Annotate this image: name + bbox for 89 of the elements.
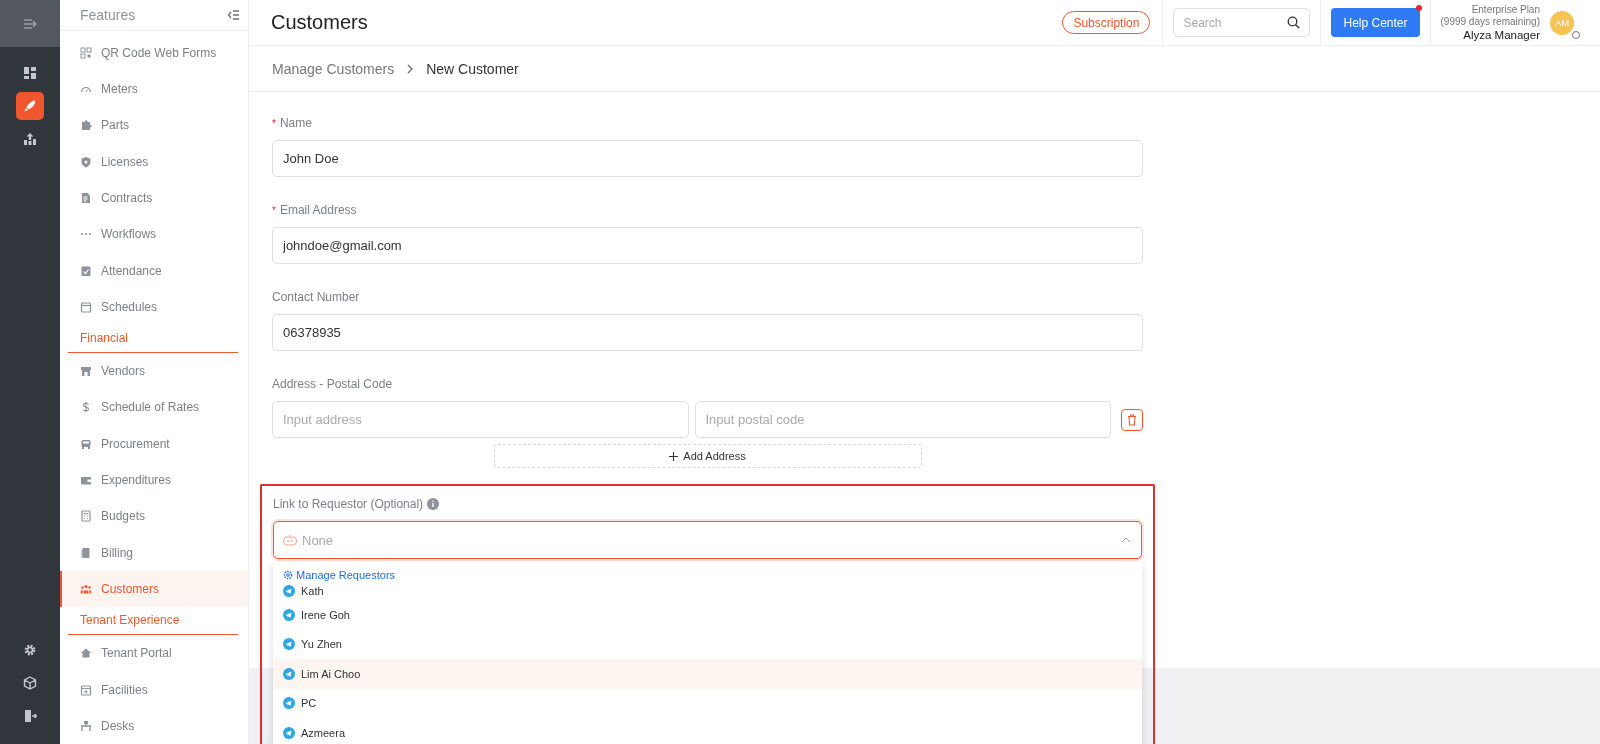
user-name: Alyza Manager <box>1463 27 1540 42</box>
paper-plane-icon <box>283 638 295 651</box>
dollar-icon <box>80 401 92 414</box>
cube-icon <box>23 676 37 690</box>
days-remaining: (9999 days remaining) <box>1440 15 1540 28</box>
trash-icon <box>1127 413 1137 426</box>
section-heading: Financial <box>80 331 129 346</box>
sidebar-item[interactable]: Desks <box>60 707 248 744</box>
sidebar-item[interactable]: Meters <box>60 70 248 108</box>
requestor-option[interactable]: Lim Ai Choo <box>273 659 1142 689</box>
puzzle-icon <box>80 119 92 132</box>
sidebar-item[interactable]: Licenses <box>60 143 248 180</box>
sidebar-item[interactable]: Facilities <box>60 671 248 708</box>
sidebar-item[interactable]: Vendors <box>60 353 248 390</box>
people-icon <box>80 582 92 595</box>
paper-plane-icon <box>283 697 295 710</box>
field-label: Address - Postal Code <box>272 376 394 392</box>
manage-requestors-link[interactable]: Manage Requestors <box>273 568 1142 582</box>
paper-plane-icon <box>283 608 295 621</box>
wallet-icon <box>80 474 92 487</box>
sidebar-item[interactable]: Tenant Portal <box>60 635 248 672</box>
requestor-option[interactable]: PC <box>273 688 1142 718</box>
settings-icon <box>283 570 293 580</box>
sidebar-item[interactable]: Workflows <box>60 216 248 253</box>
search-icon[interactable] <box>1287 16 1301 29</box>
paper-plane-icon <box>283 585 295 597</box>
subscription-button[interactable]: Subscription <box>1062 11 1151 34</box>
input-field[interactable]: 06378935 <box>272 314 1143 351</box>
sidebar-title: Features <box>80 6 136 23</box>
sidebar-item[interactable]: Customers <box>60 570 248 608</box>
qr-code-icon <box>80 46 92 59</box>
sidebar-item[interactable]: Billing <box>60 534 248 571</box>
desk-icon <box>80 719 92 732</box>
add-address-button[interactable]: Add Address <box>493 444 922 468</box>
required-asterisk: * <box>272 117 276 129</box>
input-field[interactable]: johndoe@gmail.com <box>272 227 1143 264</box>
search-field[interactable]: Search <box>1173 8 1311 37</box>
checklist-icon <box>80 264 92 277</box>
sidebar-item[interactable]: Parts <box>60 107 248 144</box>
chevron-right-icon <box>406 63 415 74</box>
calendar-icon <box>80 300 92 313</box>
paper-plane-icon <box>283 667 295 680</box>
rail-button[interactable] <box>16 92 44 120</box>
paper-plane-icon <box>283 726 295 739</box>
sidebar-item[interactable]: Contracts <box>60 179 248 217</box>
section-heading: Tenant Experience <box>80 613 180 628</box>
breadcrumb-link[interactable]: Manage Customers <box>272 60 395 77</box>
requestor-option[interactable]: Azmeera <box>273 718 1142 744</box>
robot-icon <box>282 533 298 547</box>
field-label: Name <box>279 116 312 130</box>
sidebar-item[interactable]: Budgets <box>60 498 248 535</box>
sidebar-item[interactable]: Schedules <box>60 288 248 326</box>
input-field[interactable]: John Doe <box>272 140 1143 177</box>
dashboard-icon <box>23 66 37 80</box>
plan-name: Enterprise Plan <box>1471 3 1540 16</box>
house-icon <box>80 647 92 660</box>
requestor-option[interactable]: Kath <box>273 582 1142 600</box>
page-title: Customers <box>271 11 368 34</box>
settings-icon <box>23 643 37 657</box>
info-icon <box>427 498 440 510</box>
delete-button[interactable] <box>1121 408 1143 431</box>
menu-icon[interactable] <box>23 17 37 30</box>
required-asterisk: * <box>272 204 276 216</box>
chevron-up-icon <box>1121 537 1131 543</box>
address-field[interactable]: Input address <box>272 401 689 438</box>
document-icon <box>80 192 92 204</box>
field-label: Link to Requestor (Optional) <box>273 497 424 511</box>
requestor-select[interactable]: None <box>273 521 1142 559</box>
requestor-option[interactable]: Yu Zhen <box>273 629 1142 659</box>
sidebar-item[interactable]: QR Code Web Forms <box>60 34 248 71</box>
help-center-button[interactable]: Help Center <box>1331 8 1420 37</box>
sidebar-item[interactable]: Schedule of Rates <box>60 389 248 426</box>
logout-icon <box>23 709 37 723</box>
sidebar-item[interactable]: Procurement <box>60 425 248 462</box>
plus-icon <box>669 451 679 461</box>
sidebar-item[interactable]: Expenditures <box>60 461 248 499</box>
calendar-plus-icon <box>80 683 92 696</box>
field-label: Email Address <box>279 203 357 217</box>
shield-icon <box>80 155 92 168</box>
store-icon <box>80 365 92 378</box>
field-label: Contact Number <box>272 290 360 304</box>
requestor-option[interactable]: Irene Goh <box>273 600 1142 630</box>
vehicle-icon <box>80 437 92 450</box>
status-indicator <box>1572 30 1580 39</box>
sidebar-item[interactable]: Attendance <box>60 252 248 289</box>
calculator-icon <box>80 510 92 523</box>
chart-upload-icon <box>23 132 37 146</box>
collapse-icon[interactable] <box>228 9 240 20</box>
postal-code-field[interactable]: Input postal code <box>694 401 1111 438</box>
